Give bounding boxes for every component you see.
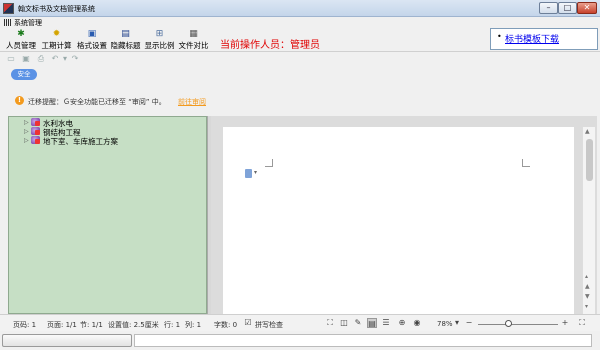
hide-title-icon: ▤ [121,29,130,39]
margin-corner-top-left [265,159,273,167]
hide-title-button[interactable]: ▤ 隐藏标题 [109,29,142,51]
scroll-thumb[interactable] [586,139,593,181]
zoom-level[interactable]: 78% [437,320,453,328]
hscroll-thumb[interactable] [2,334,132,347]
tool-label: 隐藏标题 [110,41,141,50]
spellcheck-toggle[interactable]: 拼写检查 [255,320,283,330]
row-indicator: 行: 1 [164,321,181,329]
chevron-down-icon[interactable]: ▾ [254,169,257,176]
paragraph-icon[interactable] [245,169,252,178]
document-page[interactable]: ▾ [223,127,574,314]
person-icon: ✱ [17,29,25,39]
print-icon[interactable]: ⎙ [36,54,46,64]
eye-protection-icon[interactable]: ◉ [412,318,422,328]
redo-icon[interactable]: ↷ [70,54,80,64]
format-settings-button[interactable]: ▣ 格式设置 [76,29,108,51]
tree-item-label: 地下室、车库施工方案 [43,137,118,146]
reading-mode-icon[interactable]: ◫ [339,318,349,328]
scroll-page-up-icon[interactable]: ▲ [585,283,590,290]
security-tab[interactable]: 安全 [11,69,37,80]
warning-icon: ! [15,96,24,105]
expand-arrow-icon[interactable]: ▷ [24,128,29,135]
hscroll-track[interactable] [134,334,592,347]
word-count: 字数: 0 [214,321,238,329]
window-title: 翰文标书及文档管理系统 [18,5,95,13]
compare-icon: ▦ [189,29,198,39]
spellcheck-icon[interactable]: ☑ [243,318,253,328]
title-bar: 翰文标书及文档管理系统 – □ ✕ [0,0,600,17]
vertical-scrollbar[interactable]: ▲ ▴ ▲ ▼ ▾ [582,127,595,314]
quick-access-bar: ▭ ▣ ⎙ ↶ ▾ ↷ [0,52,600,66]
tool-label: 格式设置 [77,41,107,50]
page-count: 页面: 1/1 [47,321,77,329]
document-area: ▾ [211,116,597,314]
file-compare-button[interactable]: ▦ 文件对比 [177,29,210,51]
section-indicator: 节: 1/1 [80,321,103,329]
format-icon: ▣ [87,29,97,39]
page-view-icon[interactable]: ▤ [367,318,377,328]
edit-pen-icon[interactable]: ✎ [353,318,363,328]
go-review-link[interactable]: 前往审阅 [178,97,206,107]
fullscreen-icon[interactable]: ⛶ [325,318,335,328]
scroll-up-small-icon[interactable]: ▴ [585,273,588,280]
horizontal-scrollbar[interactable] [0,331,600,350]
zoom-ratio-button[interactable]: ⊞ 显示比例 [143,29,176,51]
undo-dropdown-icon[interactable]: ▾ [60,54,70,64]
template-download-link[interactable]: 标书模板下载 [505,32,559,45]
close-button[interactable]: ✕ [577,2,597,14]
current-operator-text: 当前操作人员：管理员 [220,40,320,51]
minimize-button[interactable]: – [539,2,558,14]
app-logo-icon [3,3,14,14]
scroll-down-icon[interactable]: ▾ [585,303,588,310]
folder-node-icon [31,127,40,135]
web-view-icon[interactable]: ⊕ [397,318,407,328]
zoom-out-button[interactable]: − [464,318,474,328]
calculator-icon: ✹ [52,29,61,39]
zoom-slider-track[interactable] [478,324,558,325]
zoom-slider-thumb[interactable] [505,320,512,327]
save-icon[interactable]: ▣ [21,54,31,64]
maximize-button[interactable]: □ [558,2,577,14]
status-bar: 页码: 1 页面: 1/1 节: 1/1 设置值: 2.5厘米 行: 1 列: … [0,314,600,331]
scroll-page-down-icon[interactable]: ▼ [585,293,590,300]
zoom-in-button[interactable]: + [560,318,570,328]
fit-page-icon[interactable]: ⛶ [577,318,587,328]
setting-value: 设置值: 2.5厘米 [108,321,159,329]
expand-arrow-icon[interactable]: ▷ [24,137,29,144]
schedule-calc-button[interactable]: ✹ 工期计算 [40,29,73,51]
page-number: 页码: 1 [13,321,37,329]
bullet-icon: • [497,32,502,41]
zoom-dropdown-icon[interactable]: ▾ [452,318,462,328]
tool-label: 工期计算 [41,41,72,50]
tool-label: 显示比例 [144,41,175,50]
zoom-icon: ⊞ [155,29,164,39]
personnel-button[interactable]: ✱ 人员管理 [5,29,37,51]
template-link-panel: • 标书模板下载 [490,28,598,50]
menu-grid-icon [4,19,12,26]
column-indicator: 列: 1 [185,321,202,329]
category-tree: ▷ 水利水电 ▷ 钢结构工程 ▷ 地下室、车库施工方案 [8,116,207,314]
outline-view-icon[interactable]: ☰ [381,318,391,328]
expand-arrow-icon[interactable]: ▷ [24,119,29,126]
tool-label: 文件对比 [178,41,209,50]
undo-icon[interactable]: ↶ [50,54,60,64]
menu-bar: 系统管理 [0,17,600,28]
folder-node-icon [31,136,40,144]
open-icon[interactable]: ▭ [6,54,16,64]
menu-system-management[interactable]: 系统管理 [14,18,42,28]
tool-label: 人员管理 [6,41,36,50]
margin-corner-top-right [522,159,530,167]
notice-text: 迁移提醒：Ｇ安全功能已迁移至 “审阅” 中。 [28,98,166,106]
scroll-up-icon[interactable]: ▲ [585,128,590,135]
folder-node-icon [31,118,40,126]
